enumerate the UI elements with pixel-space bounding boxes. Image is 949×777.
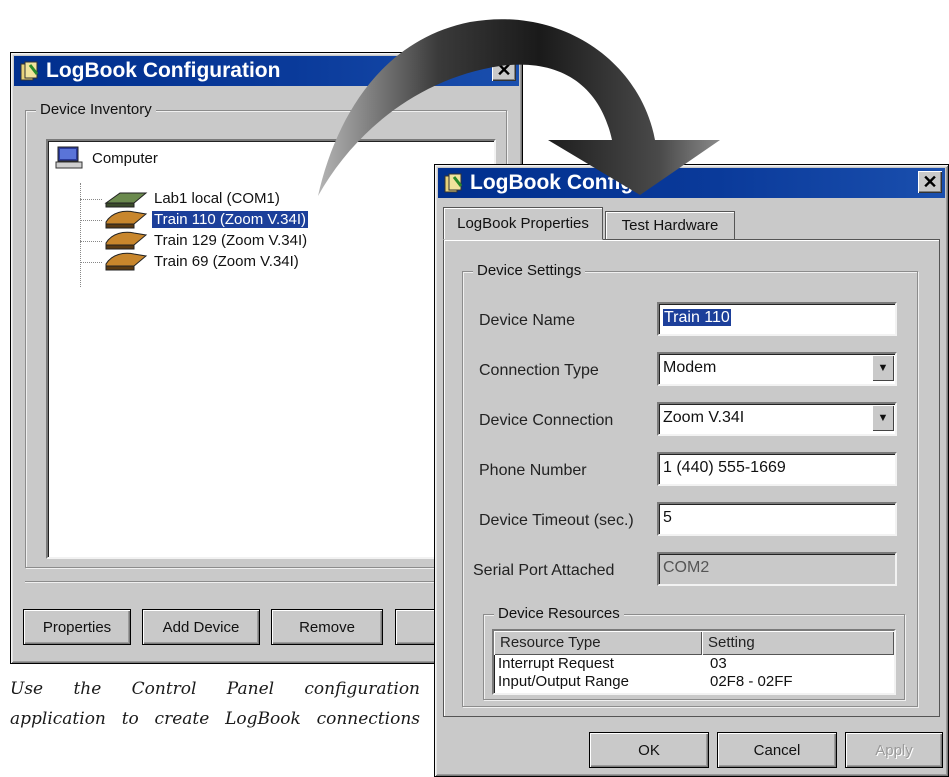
resource-type-cell: Input/Output Range xyxy=(498,673,629,690)
connection-type-value: Modem xyxy=(663,359,717,376)
tree-node-computer[interactable]: Computer xyxy=(54,145,160,171)
modem-icon xyxy=(105,252,148,271)
device-name-input[interactable]: Train 110 xyxy=(657,302,897,336)
tree-node-label: Lab1 local (COM1) xyxy=(154,189,280,207)
logbook-app-icon xyxy=(20,61,39,81)
connection-type-select[interactable]: Modem ▼ xyxy=(657,352,897,386)
device-timeout-value: 5 xyxy=(663,509,672,526)
serial-port-label: Serial Port Attached xyxy=(473,562,615,579)
connection-type-label: Connection Type xyxy=(479,362,599,379)
device-connection-value: Zoom V.34I xyxy=(663,409,745,426)
tree-node-lab1[interactable]: Lab1 local (COM1) xyxy=(104,187,282,209)
front-window-title: LogBook Configu xyxy=(470,171,647,194)
serial-port-value: COM2 xyxy=(663,559,710,576)
front-window: LogBook Configu ✕ LogBook Properties Tes… xyxy=(434,164,949,777)
phone-number-value: 1 (440) 555-1669 xyxy=(663,459,786,476)
device-connection-select[interactable]: Zoom V.34I ▼ xyxy=(657,402,897,436)
tree-node-label: Train 129 (Zoom V.34I) xyxy=(154,231,308,249)
cancel-button[interactable]: Cancel xyxy=(717,732,837,768)
apply-button[interactable]: Apply xyxy=(845,732,943,768)
modem-icon xyxy=(105,210,148,229)
logbook-app-icon xyxy=(444,173,463,193)
setting-cell: 02F8 - 02FF xyxy=(710,673,793,690)
setting-cell: 03 xyxy=(710,655,727,672)
close-icon[interactable]: ✕ xyxy=(918,171,942,193)
device-name-value: Train 110 xyxy=(663,309,731,326)
front-window-titlebar: LogBook Configu ✕ xyxy=(438,168,945,198)
tree-node-train-110[interactable]: Train 110 (Zoom V.34I) xyxy=(104,208,309,230)
computer-icon xyxy=(55,146,83,169)
device-name-label: Device Name xyxy=(479,312,576,329)
modem-icon xyxy=(105,231,148,250)
resource-type-cell: Interrupt Request xyxy=(498,655,614,672)
device-settings-label: Device Settings xyxy=(473,262,586,279)
device-settings-group: Device Settings Device Name Train 110 Co… xyxy=(462,262,918,707)
tree-node-label: Computer xyxy=(92,149,158,167)
device-connection-label: Device Connection xyxy=(479,412,614,429)
modem-icon xyxy=(104,192,148,208)
serial-port-field: COM2 xyxy=(657,552,897,586)
separator xyxy=(25,581,505,582)
resources-table[interactable]: Resource Type Setting Interrupt Request … xyxy=(492,629,896,695)
tree-node-train-129[interactable]: Train 129 (Zoom V.34I) xyxy=(104,229,309,251)
back-window-titlebar: LogBook Configuration ✕ xyxy=(14,56,519,86)
ok-button[interactable]: OK xyxy=(589,732,709,768)
chevron-down-icon[interactable]: ▼ xyxy=(872,355,894,381)
back-window-title: LogBook Configuration xyxy=(46,59,281,82)
device-timeout-input[interactable]: 5 xyxy=(657,502,897,536)
remove-button[interactable]: Remove xyxy=(271,609,383,645)
close-icon[interactable]: ✕ xyxy=(492,59,516,81)
phone-number-label: Phone Number xyxy=(479,462,587,479)
tree-node-label: Train 110 (Zoom V.34I) xyxy=(152,210,309,228)
properties-button[interactable]: Properties xyxy=(23,609,131,645)
phone-number-input[interactable]: 1 (440) 555-1669 xyxy=(657,452,897,486)
device-resources-label: Device Resources xyxy=(494,605,624,622)
tab-logbook-properties[interactable]: LogBook Properties xyxy=(443,207,603,240)
device-resources-group: Device Resources Resource Type Setting I… xyxy=(483,605,905,700)
column-header-resource-type[interactable]: Resource Type xyxy=(494,631,702,655)
device-timeout-label: Device Timeout (sec.) xyxy=(479,512,634,529)
tab-panel: Device Settings Device Name Train 110 Co… xyxy=(443,239,940,717)
chevron-down-icon[interactable]: ▼ xyxy=(872,405,894,431)
tab-test-hardware[interactable]: Test Hardware xyxy=(605,211,735,239)
add-device-button[interactable]: Add Device xyxy=(142,609,260,645)
column-header-setting[interactable]: Setting xyxy=(702,631,894,655)
caption-text: Use the Control Panel configuration appl… xyxy=(10,679,420,729)
device-inventory-label: Device Inventory xyxy=(36,101,156,118)
tree-node-label: Train 69 (Zoom V.34I) xyxy=(154,252,299,270)
device-tree[interactable]: Computer Lab1 local (COM1) Train 110 (Zo… xyxy=(46,139,496,559)
tree-node-train-69[interactable]: Train 69 (Zoom V.34I) xyxy=(104,250,301,272)
